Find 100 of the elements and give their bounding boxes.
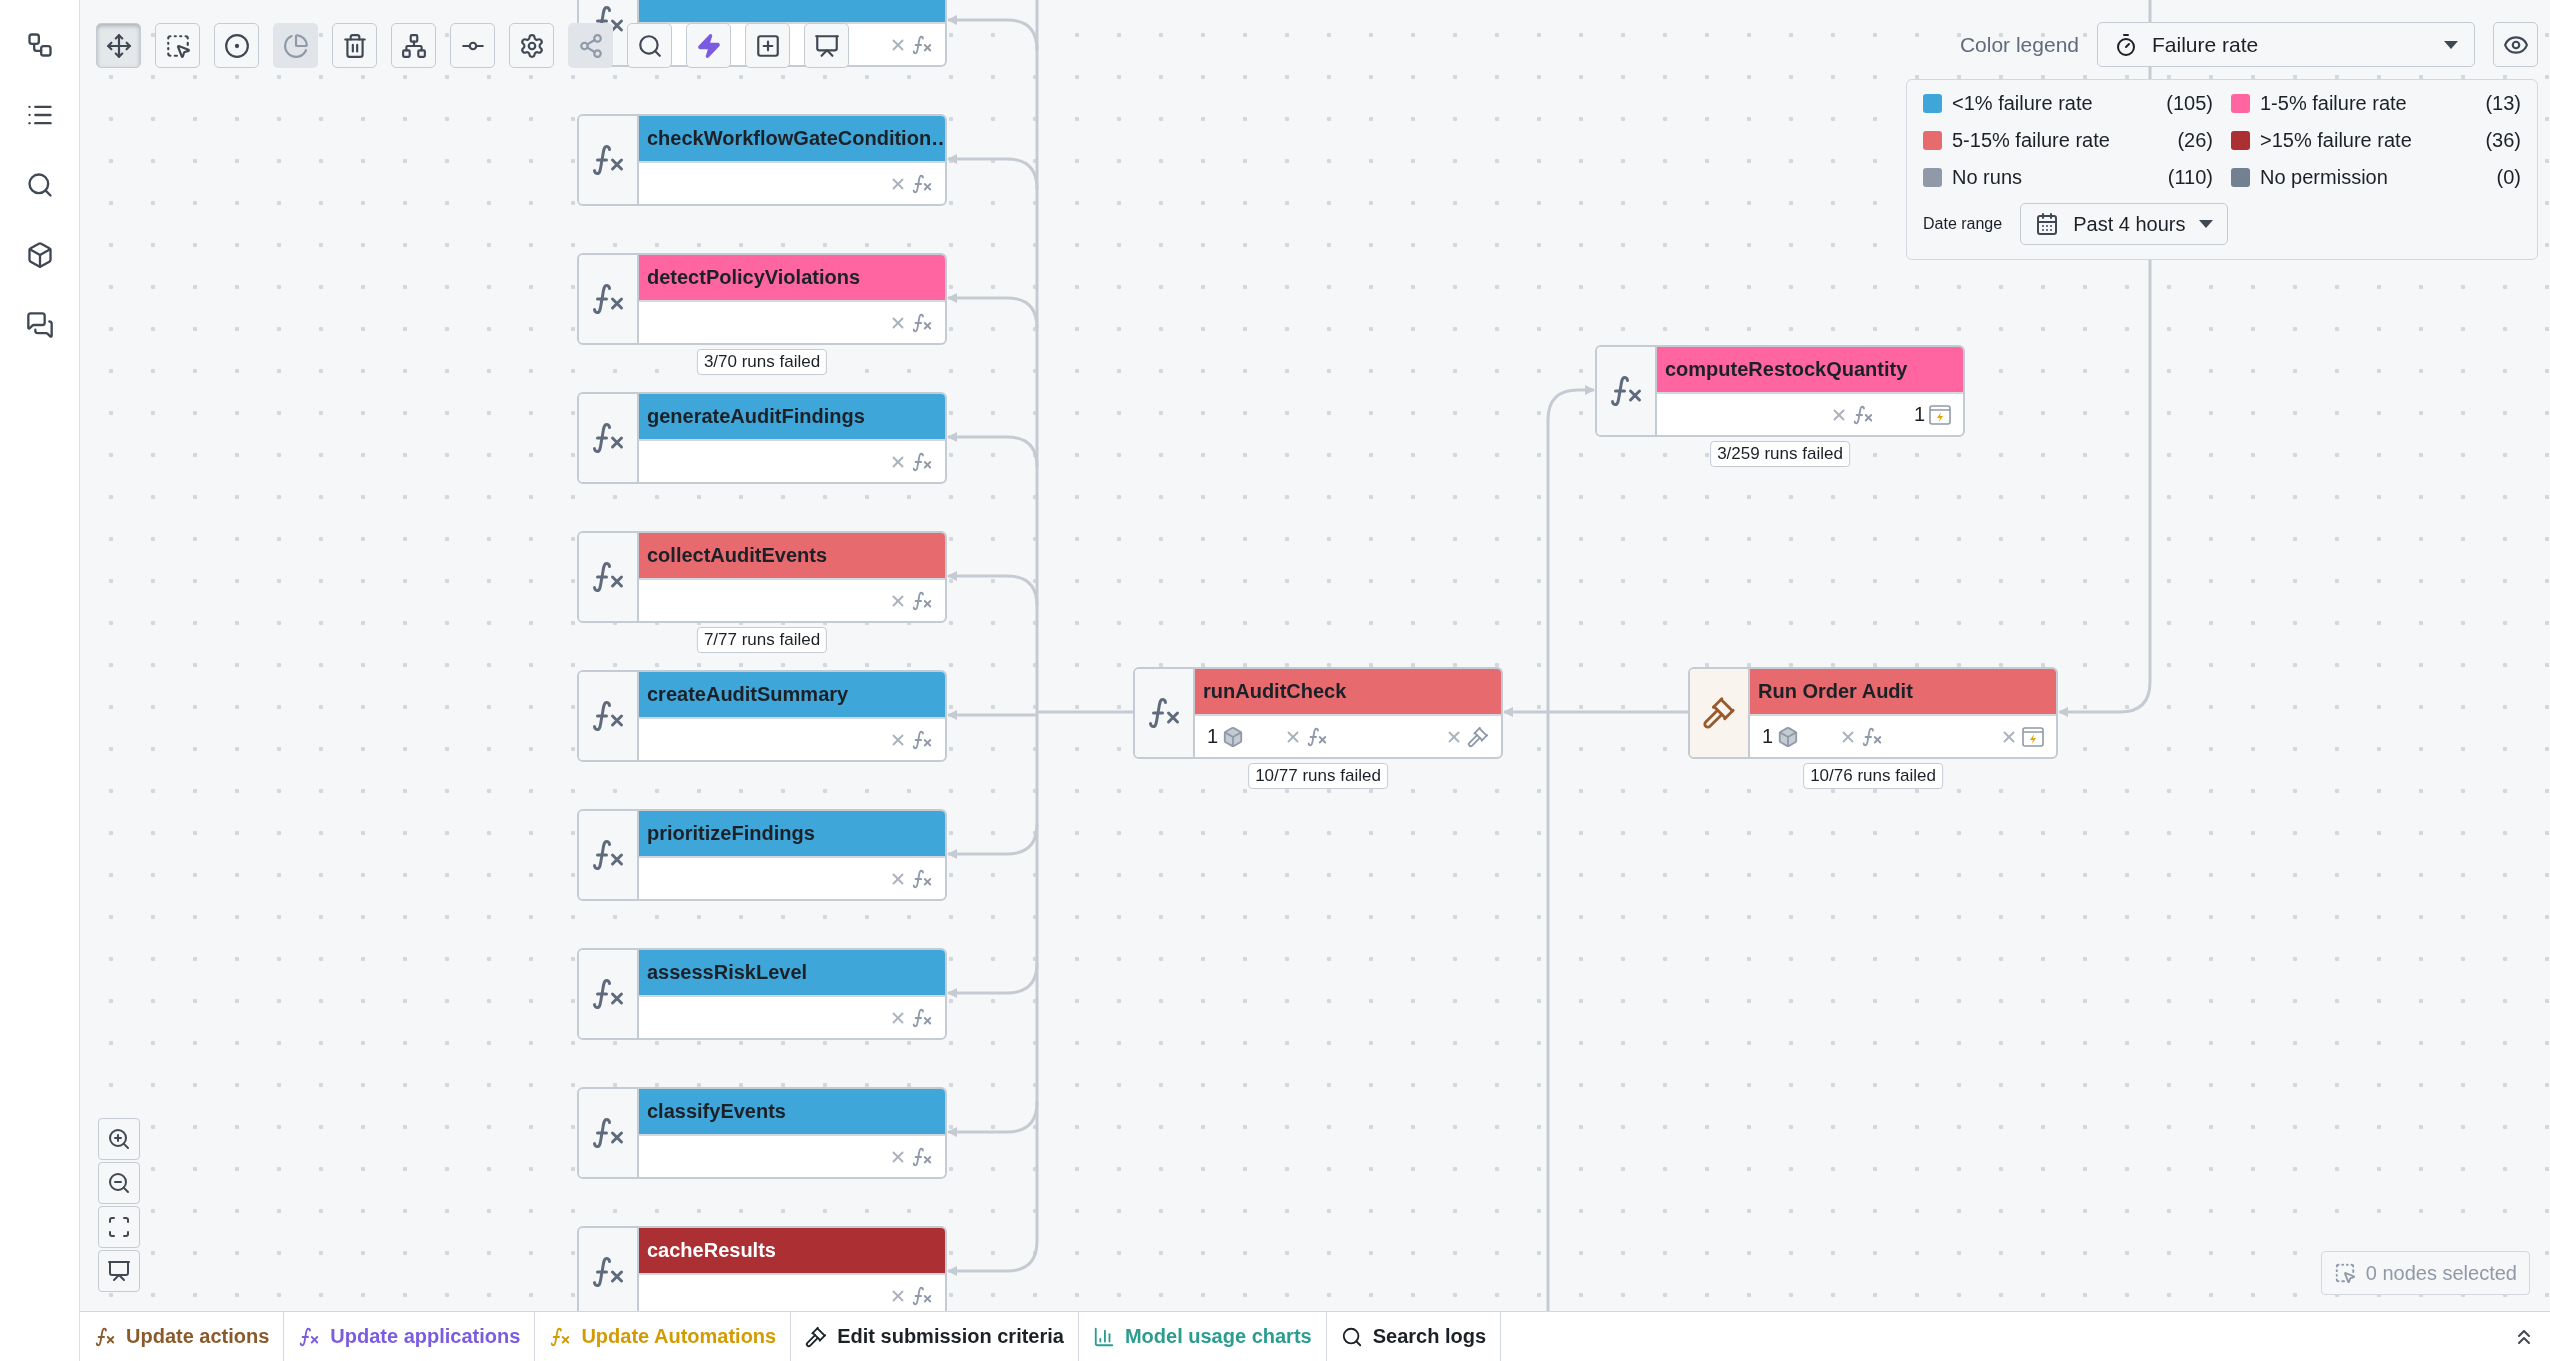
runs-failed-label: 7/77 runs failed bbox=[696, 627, 828, 653]
add-box-button[interactable] bbox=[745, 23, 790, 68]
trash-icon bbox=[341, 32, 368, 59]
function-icon bbox=[911, 1145, 933, 1168]
function-icon bbox=[911, 172, 933, 195]
function-node[interactable]: prioritizeFindings bbox=[577, 809, 947, 901]
function-icon bbox=[590, 559, 626, 595]
target-button[interactable] bbox=[214, 23, 259, 68]
function-icon bbox=[590, 1254, 626, 1290]
runs-failed-label: 3/259 runs failed bbox=[1710, 441, 1850, 467]
function-icon bbox=[911, 728, 933, 751]
action-node[interactable]: Run Order Audit 1 bbox=[1688, 667, 2058, 759]
cube-icon bbox=[1222, 725, 1245, 748]
zoom-out-icon bbox=[107, 1171, 131, 1195]
node-title: classifyEvents bbox=[639, 1089, 945, 1136]
automation-window-icon bbox=[2022, 726, 2044, 747]
node-title: detectPolicyViolations bbox=[639, 255, 945, 302]
commit-button[interactable] bbox=[450, 23, 495, 68]
function-node[interactable]: computeRestockQuantity 1 bbox=[1595, 345, 1965, 437]
lightning-icon bbox=[695, 32, 722, 59]
legend-label: 1-5% failure rate bbox=[2260, 92, 2407, 115]
chat-icon bbox=[25, 311, 54, 339]
node-title: createAuditSummary bbox=[639, 672, 945, 719]
node-title: generateAuditFindings bbox=[639, 394, 945, 441]
function-node[interactable]: collectAuditEvents bbox=[577, 531, 947, 623]
target-icon bbox=[223, 32, 250, 59]
settings-icon bbox=[518, 32, 545, 59]
function-icon bbox=[590, 1115, 626, 1151]
function-icon bbox=[298, 1325, 321, 1348]
function-node[interactable]: detectPolicyViolations bbox=[577, 253, 947, 345]
function-icon bbox=[590, 976, 626, 1012]
node-title: checkWorkflowGateCondition… bbox=[639, 116, 945, 163]
date-range-dropdown[interactable]: Past 4 hours bbox=[2020, 203, 2229, 245]
fit-view-button[interactable] bbox=[98, 1206, 140, 1248]
function-icon bbox=[1851, 403, 1874, 426]
count-label: 1 bbox=[1762, 725, 1774, 748]
trash-button[interactable] bbox=[332, 23, 377, 68]
select-pointer-icon bbox=[2333, 1262, 2356, 1284]
select-pointer-icon bbox=[164, 32, 191, 59]
function-node[interactable]: createAuditSummary bbox=[577, 670, 947, 762]
function-node[interactable]: classifyEvents bbox=[577, 1087, 947, 1179]
function-icon bbox=[549, 1325, 572, 1348]
node-title: prioritizeFindings bbox=[639, 811, 945, 858]
lightning-button[interactable] bbox=[686, 23, 731, 68]
function-node[interactable]: runAuditCheck 1 bbox=[1133, 667, 1503, 759]
node-title: collectAuditEvents bbox=[639, 533, 945, 580]
function-icon bbox=[590, 837, 626, 873]
network-icon bbox=[400, 32, 427, 59]
presentation-icon bbox=[107, 1259, 131, 1283]
legend-count: (110) bbox=[2167, 166, 2213, 189]
caret-icon bbox=[2444, 40, 2458, 49]
visibility-button[interactable] bbox=[2493, 22, 2538, 67]
function-icon bbox=[590, 698, 626, 734]
function-icon bbox=[590, 420, 626, 456]
legend-count: (105) bbox=[2166, 92, 2213, 115]
function-node[interactable]: cacheResults bbox=[577, 1226, 947, 1311]
bar-chart-icon bbox=[1092, 1325, 1115, 1348]
search-button[interactable] bbox=[627, 23, 672, 68]
network-button[interactable] bbox=[391, 23, 436, 68]
nodes-selected-label: 0 nodes selected bbox=[2365, 1261, 2517, 1285]
graph-icon bbox=[25, 31, 54, 59]
pie-chart-icon bbox=[282, 32, 309, 59]
timer-icon bbox=[2114, 32, 2138, 57]
function-node[interactable]: checkWorkflowGateCondition… bbox=[577, 114, 947, 206]
function-icon bbox=[911, 867, 933, 890]
function-node[interactable]: assessRiskLevel bbox=[577, 948, 947, 1040]
runs-failed-label: 10/77 runs failed bbox=[1248, 763, 1388, 789]
function-icon bbox=[911, 1284, 933, 1307]
function-icon bbox=[911, 33, 933, 56]
node-title: computeRestockQuantity bbox=[1657, 347, 1963, 394]
presentation-button[interactable] bbox=[98, 1250, 140, 1292]
gavel-icon bbox=[1702, 696, 1736, 730]
node-title: assessRiskLevel bbox=[639, 950, 945, 997]
function-icon bbox=[911, 589, 933, 612]
color-legend-label: Color legend bbox=[1959, 32, 2079, 57]
zoom-in-icon bbox=[107, 1127, 131, 1151]
add-box-icon bbox=[754, 32, 781, 59]
function-node[interactable]: generateAuditFindings bbox=[577, 392, 947, 484]
legend-label: >15% failure rate bbox=[2260, 129, 2412, 152]
search-icon bbox=[1340, 1325, 1363, 1348]
function-icon bbox=[911, 311, 933, 334]
search-icon bbox=[25, 171, 54, 199]
function-icon bbox=[1146, 695, 1182, 731]
presentation-icon bbox=[813, 32, 840, 59]
function-icon bbox=[1861, 725, 1884, 748]
zoom-out-button[interactable] bbox=[98, 1162, 140, 1204]
cube-icon bbox=[1777, 725, 1800, 748]
calendar-icon bbox=[2035, 212, 2060, 236]
function-icon bbox=[911, 1006, 933, 1029]
select-pointer-button[interactable] bbox=[155, 23, 200, 68]
runs-failed-label: 3/70 runs failed bbox=[696, 349, 828, 375]
legend-count: (36) bbox=[2485, 129, 2521, 152]
presentation-button[interactable] bbox=[804, 23, 849, 68]
color-metric-dropdown[interactable]: Failure rate bbox=[2097, 22, 2475, 67]
legend-count: (13) bbox=[2485, 92, 2521, 115]
function-icon bbox=[94, 1325, 116, 1348]
function-icon bbox=[590, 281, 626, 317]
move-button[interactable] bbox=[96, 23, 141, 68]
zoom-in-button[interactable] bbox=[98, 1118, 140, 1160]
settings-button[interactable] bbox=[509, 23, 554, 68]
